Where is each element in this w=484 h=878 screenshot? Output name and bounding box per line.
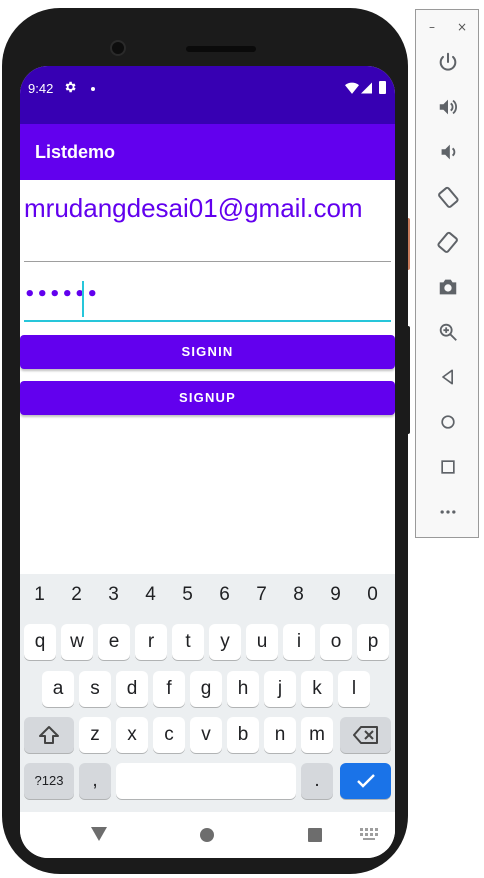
key-e[interactable]: e — [98, 624, 130, 660]
key-q[interactable]: q — [24, 624, 56, 660]
shift-icon — [39, 725, 59, 744]
space-key[interactable] — [116, 763, 296, 799]
home-icon — [441, 415, 455, 429]
rotate-right-button[interactable] — [432, 226, 464, 258]
back-icon[interactable] — [90, 826, 108, 842]
key-4[interactable]: 4 — [132, 584, 169, 606]
key-d[interactable]: d — [116, 671, 148, 707]
earpiece-speaker — [186, 46, 256, 52]
volume-up-button[interactable] — [432, 91, 464, 123]
backspace-key[interactable] — [340, 717, 391, 753]
overview-icon — [441, 460, 455, 474]
notification-dot-icon — [91, 87, 95, 91]
rotate-left-button[interactable] — [432, 181, 464, 213]
key-2[interactable]: 2 — [58, 584, 95, 606]
key-9[interactable]: 9 — [317, 584, 354, 606]
enter-check-icon — [356, 774, 375, 788]
backspace-icon — [352, 725, 378, 744]
signup-button[interactable]: SIGNUP — [20, 381, 395, 415]
key-u[interactable]: u — [246, 624, 278, 660]
zoom-icon — [439, 323, 457, 341]
home-icon[interactable] — [200, 828, 214, 842]
key-6[interactable]: 6 — [206, 584, 243, 606]
zoom-button[interactable] — [432, 316, 464, 348]
emulator-toolbar: – × — [415, 9, 479, 538]
key-n[interactable]: n — [264, 717, 296, 753]
key-1[interactable]: 1 — [21, 584, 58, 606]
emulator-home-button[interactable] — [432, 406, 464, 438]
close-button[interactable]: × — [457, 20, 467, 34]
symbols-key[interactable]: ?123 — [24, 763, 74, 799]
more-icon — [440, 510, 456, 514]
rotate-right-icon — [437, 231, 458, 253]
key-f[interactable]: f — [153, 671, 185, 707]
keyboard-switch-icon[interactable] — [360, 828, 378, 840]
enter-key[interactable] — [340, 763, 391, 799]
key-y[interactable]: y — [209, 624, 241, 660]
screenshot-button[interactable] — [432, 271, 464, 303]
camera-icon — [439, 279, 457, 295]
signal-icon — [361, 82, 372, 94]
status-time: 9:42 — [28, 81, 54, 96]
password-input-value: •••••• — [24, 284, 100, 305]
key-8[interactable]: 8 — [280, 584, 317, 606]
emulator-back-button[interactable] — [432, 361, 464, 393]
key-t[interactable]: t — [172, 624, 204, 660]
email-input-value: mrudangdesai01@gmail.com — [24, 193, 363, 223]
key-m[interactable]: m — [301, 717, 333, 753]
key-7[interactable]: 7 — [243, 584, 280, 606]
rotate-left-icon — [438, 186, 459, 208]
key-x[interactable]: x — [116, 717, 148, 753]
key-j[interactable]: j — [264, 671, 296, 707]
key-3[interactable]: 3 — [95, 584, 132, 606]
key-w[interactable]: w — [61, 624, 93, 660]
emulator-more-button[interactable] — [432, 496, 464, 528]
front-camera — [110, 40, 126, 56]
power-icon — [439, 52, 457, 71]
key-i[interactable]: i — [283, 624, 315, 660]
email-field[interactable]: mrudangdesai01@gmail.com — [24, 192, 391, 262]
status-bar: 9:42 — [20, 66, 395, 124]
volume-down-icon — [441, 144, 456, 160]
gear-icon — [65, 81, 76, 93]
key-k[interactable]: k — [301, 671, 333, 707]
app-title: Listdemo — [35, 142, 116, 162]
power-button[interactable] — [432, 46, 464, 78]
app-bar: Listdemo — [20, 124, 395, 180]
key-a[interactable]: a — [42, 671, 74, 707]
text-cursor — [82, 281, 84, 317]
password-field[interactable]: •••••• — [24, 274, 391, 322]
key-p[interactable]: p — [357, 624, 389, 660]
wifi-icon — [345, 82, 359, 94]
device-screen: 9:42 Listdemo mrudangdesai01@gmail.com •… — [20, 66, 395, 858]
key-z[interactable]: z — [79, 717, 111, 753]
key-v[interactable]: v — [190, 717, 222, 753]
number-row: 1 2 3 4 5 6 7 8 9 0 — [20, 584, 395, 608]
volume-up-icon — [439, 99, 457, 115]
key-5[interactable]: 5 — [169, 584, 206, 606]
battery-icon — [379, 81, 386, 94]
period-key[interactable]: . — [301, 763, 333, 799]
emulator-overview-button[interactable] — [432, 451, 464, 483]
soft-keyboard: 1 2 3 4 5 6 7 8 9 0 q w e r t y u i o p — [20, 574, 395, 812]
key-0[interactable]: 0 — [354, 584, 391, 606]
minimize-button[interactable]: – — [429, 20, 435, 34]
key-s[interactable]: s — [79, 671, 111, 707]
key-b[interactable]: b — [227, 717, 259, 753]
back-icon — [442, 369, 453, 385]
comma-key[interactable]: , — [79, 763, 111, 799]
signin-button[interactable]: SIGNIN — [20, 335, 395, 369]
volume-down-button[interactable] — [432, 136, 464, 168]
recents-icon[interactable] — [308, 828, 322, 842]
key-g[interactable]: g — [190, 671, 222, 707]
phone-frame: 9:42 Listdemo mrudangdesai01@gmail.com •… — [2, 8, 408, 874]
key-o[interactable]: o — [320, 624, 352, 660]
key-l[interactable]: l — [338, 671, 370, 707]
key-r[interactable]: r — [135, 624, 167, 660]
key-h[interactable]: h — [227, 671, 259, 707]
key-c[interactable]: c — [153, 717, 185, 753]
navigation-bar — [20, 812, 395, 858]
shift-key[interactable] — [24, 717, 74, 753]
